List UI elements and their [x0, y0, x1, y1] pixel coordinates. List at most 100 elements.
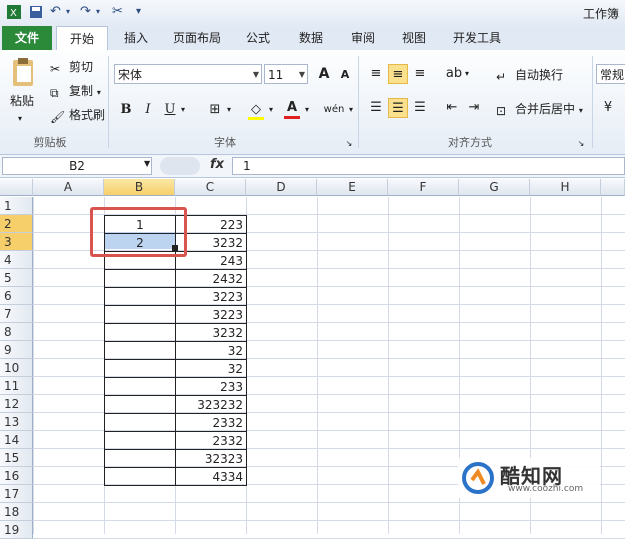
cell-b10[interactable] — [104, 359, 176, 378]
fill-color-dropdown-icon[interactable]: ▾ — [266, 100, 276, 120]
tab-developer[interactable]: 开发工具 — [445, 26, 509, 50]
cell-b7[interactable] — [104, 305, 176, 324]
formula-input[interactable]: 1 — [232, 157, 625, 175]
column-header-f[interactable]: F — [388, 179, 459, 196]
format-painter-button[interactable]: 🖌 格式刷 — [50, 106, 105, 124]
row-header-17[interactable]: 17 — [0, 485, 33, 503]
dialog-launcher-icon[interactable]: ↘ — [576, 134, 586, 154]
paste-label[interactable]: 粘贴 — [10, 92, 34, 110]
underline-button[interactable]: U — [160, 100, 180, 120]
orientation-dropdown-icon[interactable]: ▾ — [462, 64, 472, 84]
row-header-15[interactable]: 15 — [0, 449, 33, 467]
phonetic-icon[interactable]: wén — [322, 100, 346, 120]
cell-c11[interactable]: 233 — [175, 377, 247, 396]
column-header-partial[interactable] — [601, 179, 625, 196]
cell-c12[interactable]: 323232 — [175, 395, 247, 414]
tab-review[interactable]: 审阅 — [343, 26, 383, 50]
merge-dropdown-icon[interactable]: ▾ — [579, 106, 583, 115]
column-header-g[interactable]: G — [459, 179, 530, 196]
borders-icon[interactable]: ⊞ — [205, 100, 225, 120]
row-header-14[interactable]: 14 — [0, 431, 33, 449]
column-header-b[interactable]: B — [104, 179, 175, 196]
cell-c5[interactable]: 2432 — [175, 269, 247, 288]
italic-button[interactable]: I — [138, 100, 158, 120]
font-color-icon[interactable]: A — [282, 98, 302, 119]
cut-button[interactable]: ✂ 剪切 — [50, 58, 93, 76]
number-format-select[interactable]: 常规 — [596, 64, 625, 84]
phonetic-dropdown-icon[interactable]: ▾ — [346, 100, 356, 120]
select-all-corner[interactable] — [0, 179, 33, 196]
tab-formulas[interactable]: 公式 — [238, 26, 278, 50]
align-bottom-icon[interactable]: ≡ — [410, 64, 430, 84]
row-header-2[interactable]: 2 — [0, 215, 33, 233]
column-header-a[interactable]: A — [33, 179, 104, 196]
row-header-9[interactable]: 9 — [0, 341, 33, 359]
row-header-10[interactable]: 10 — [0, 359, 33, 377]
currency-icon[interactable]: ¥ — [598, 98, 618, 118]
cell-c10[interactable]: 32 — [175, 359, 247, 378]
cell-c6[interactable]: 3223 — [175, 287, 247, 306]
cell-b15[interactable] — [104, 449, 176, 468]
cell-b13[interactable] — [104, 413, 176, 432]
insert-function-icon[interactable]: fx — [210, 157, 224, 172]
cell-b9[interactable] — [104, 341, 176, 360]
row-header-19[interactable]: 19 — [0, 521, 33, 539]
redo-dropdown-icon[interactable]: ▾ — [96, 4, 100, 20]
align-right-icon[interactable]: ☰ — [410, 98, 430, 118]
tab-data[interactable]: 数据 — [291, 26, 331, 50]
copy-button[interactable]: ⧉ 复制 ▾ — [50, 82, 101, 102]
cell-c15[interactable]: 32323 — [175, 449, 247, 468]
dialog-launcher-icon[interactable]: ↘ — [344, 134, 354, 154]
merge-center-button[interactable]: ⊡ 合并后居中 ▾ — [496, 100, 583, 120]
orientation-icon[interactable]: ab — [444, 64, 464, 84]
row-header-4[interactable]: 4 — [0, 251, 33, 269]
cell-b11[interactable] — [104, 377, 176, 396]
column-header-d[interactable]: D — [246, 179, 317, 196]
undo-icon[interactable]: ↶ — [50, 4, 61, 20]
row-header-16[interactable]: 16 — [0, 467, 33, 485]
wrap-text-button[interactable]: ↵ 自动换行 — [496, 66, 563, 84]
row-header-5[interactable]: 5 — [0, 269, 33, 287]
row-header-12[interactable]: 12 — [0, 395, 33, 413]
align-middle-icon[interactable]: ≡ — [388, 64, 408, 84]
row-header-6[interactable]: 6 — [0, 287, 33, 305]
row-header-1[interactable]: 1 — [0, 197, 33, 215]
tab-page-layout[interactable]: 页面布局 — [165, 26, 229, 50]
tab-file[interactable]: 文件 — [2, 26, 52, 50]
copy-dropdown-icon[interactable]: ▾ — [97, 88, 101, 97]
font-size-select[interactable]: 11 ▼ — [264, 64, 308, 84]
cell-c8[interactable]: 3232 — [175, 323, 247, 342]
column-header-e[interactable]: E — [317, 179, 388, 196]
row-header-3[interactable]: 3 — [0, 233, 33, 251]
save-icon[interactable] — [28, 4, 44, 20]
align-center-icon[interactable]: ☰ — [388, 98, 408, 118]
name-box[interactable]: B2 — [2, 157, 152, 175]
row-header-18[interactable]: 18 — [0, 503, 33, 521]
align-top-icon[interactable]: ≡ — [366, 64, 386, 84]
row-header-8[interactable]: 8 — [0, 323, 33, 341]
cell-b14[interactable] — [104, 431, 176, 450]
redo-icon[interactable]: ↷ — [80, 4, 91, 20]
cell-c7[interactable]: 3223 — [175, 305, 247, 324]
row-header-13[interactable]: 13 — [0, 413, 33, 431]
cell-c9[interactable]: 32 — [175, 341, 247, 360]
underline-dropdown-icon[interactable]: ▾ — [178, 100, 188, 120]
cell-b5[interactable] — [104, 269, 176, 288]
paste-dropdown-icon[interactable]: ▾ — [18, 110, 22, 128]
name-box-dropdown-icon[interactable]: ▼ — [144, 159, 150, 168]
fill-handle[interactable] — [172, 245, 178, 251]
column-header-c[interactable]: C — [175, 179, 246, 196]
cell-c13[interactable]: 2332 — [175, 413, 247, 432]
column-header-h[interactable]: H — [530, 179, 601, 196]
tab-insert[interactable]: 插入 — [116, 26, 156, 50]
shrink-font-button[interactable]: A — [335, 65, 355, 85]
undo-dropdown-icon[interactable]: ▾ — [66, 4, 70, 20]
cell-c16[interactable]: 4334 — [175, 467, 247, 486]
paste-button[interactable] — [8, 56, 38, 93]
cell-b16[interactable] — [104, 467, 176, 486]
borders-dropdown-icon[interactable]: ▾ — [224, 100, 234, 120]
tab-home[interactable]: 开始 — [56, 26, 108, 52]
formula-bar-resize-handle[interactable] — [160, 157, 200, 175]
cell-b6[interactable] — [104, 287, 176, 306]
customize-qat-icon[interactable]: ▾ — [136, 4, 141, 20]
